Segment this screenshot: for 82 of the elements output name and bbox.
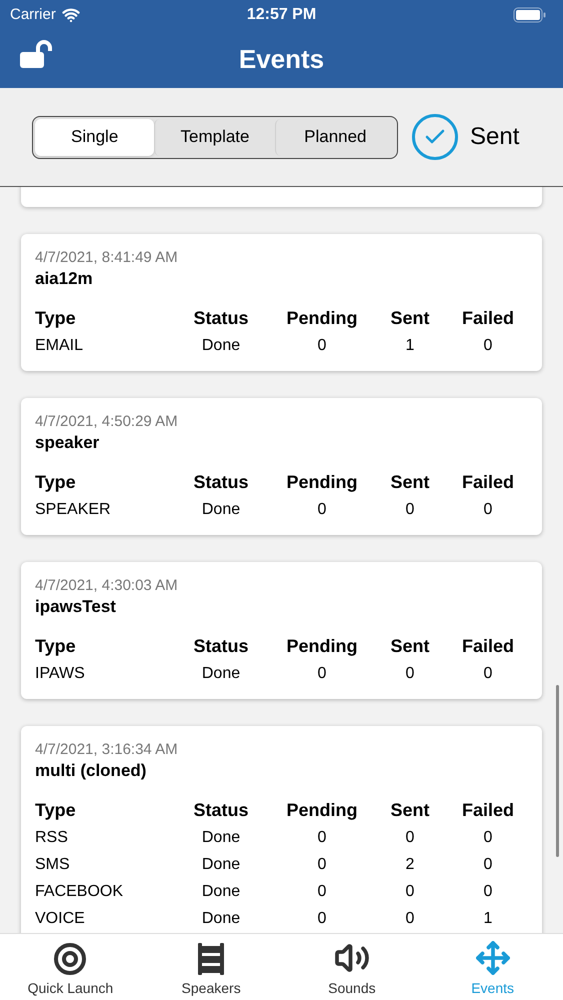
battery-icon — [513, 7, 547, 23]
event-card[interactable]: 4/7/2021, 4:50:29 AM speaker Type Status Pending Sent Failed SPEAKER Done 0 0 0 — [21, 398, 542, 535]
table-cell-text: 0 — [482, 882, 494, 902]
table-cell-text: IPAWS — [35, 664, 86, 684]
table-cell-text: 0 — [482, 336, 494, 356]
column-header: Type — [35, 471, 77, 494]
column-header: Sent — [389, 307, 430, 330]
table-cell-text: VOICE — [35, 909, 86, 929]
table-cell-text: 0 — [316, 664, 328, 684]
event-name: ipawsTest — [35, 596, 117, 618]
event-date: 4/7/2021, 3:16:34 AM — [35, 740, 179, 760]
table-cell-text: 1 — [482, 909, 494, 929]
column-header: Status — [192, 635, 250, 658]
event-card[interactable]: 4/7/2021, 4:30:03 AM ipawsTest Type Status Pending Sent Failed IPAWS Done 0 0 0 — [21, 562, 542, 699]
clock: 12:57 PM — [246, 5, 316, 25]
wifi-icon — [62, 6, 80, 24]
column-header: Sent — [389, 471, 430, 494]
table-cell-text: SPEAKER — [35, 500, 112, 520]
table-cell-text: 0 — [316, 336, 328, 356]
table-cell-text: SMS — [35, 855, 71, 875]
table-cell-text: 0 — [482, 664, 494, 684]
segment-tab[interactable]: Template — [154, 118, 275, 156]
target-icon — [53, 942, 88, 976]
column-header: Type — [35, 307, 77, 330]
column-header: Failed — [460, 307, 515, 330]
event-date: 4/7/2021, 8:41:49 AM — [35, 248, 179, 268]
table-cell-text: 1 — [404, 336, 416, 356]
table-cell-text: 0 — [404, 500, 416, 520]
column-header: Pending — [286, 307, 358, 330]
table-cell-text: RSS — [35, 828, 69, 848]
tab-bar-item[interactable]: Quick Launch — [0, 934, 141, 1000]
screen-title: Events — [238, 42, 324, 76]
table-cell-text: 0 — [404, 909, 416, 929]
column-header: Pending — [286, 799, 358, 822]
column-header: Type — [35, 635, 77, 658]
table-cell-text: 0 — [404, 882, 416, 902]
column-header: Sent — [389, 799, 430, 822]
table-cell-text: Done — [200, 855, 242, 875]
table-cell-text: 0 — [482, 855, 494, 875]
table-cell-text: 2 — [404, 855, 416, 875]
column-header: Pending — [286, 635, 358, 658]
table-cell-text: 0 — [316, 855, 328, 875]
unlocked-padlock-icon[interactable] — [20, 40, 52, 68]
event-name: multi (cloned) — [35, 760, 148, 782]
segment-tab[interactable]: Planned — [274, 118, 395, 156]
event-card[interactable]: 4/7/2021, 8:41:49 AM aia12m Type Status Pending Sent Failed EMAIL Done 0 1 0 — [21, 234, 542, 371]
table-cell-text: Done — [200, 828, 242, 848]
table-cell-text: EMAIL — [35, 336, 84, 356]
column-header: Failed — [460, 471, 515, 494]
event-date: 4/7/2021, 4:30:03 AM — [35, 576, 179, 596]
column-header: Status — [192, 799, 250, 822]
table-cell-text: 0 — [316, 828, 328, 848]
table-cell-text: 0 — [482, 828, 494, 848]
table-cell-text: Done — [200, 336, 242, 356]
tab-bar-item[interactable]: Speakers — [140, 934, 282, 1000]
table-cell-text: Done — [200, 500, 242, 520]
event-date: 4/7/2021, 4:50:29 AM — [35, 412, 179, 432]
table-cell-text: 0 — [316, 500, 328, 520]
table-cell-text: 0 — [482, 500, 494, 520]
move-arrows-icon — [474, 940, 511, 976]
tab-bar-item[interactable]: Sounds — [282, 934, 422, 1000]
event-name: speaker — [35, 432, 100, 454]
column-header: Failed — [460, 635, 515, 658]
event-name: aia12m — [35, 268, 94, 290]
table-cell-text: Done — [200, 909, 242, 929]
segment-tab[interactable]: Single — [35, 118, 154, 156]
table-cell-text: Done — [200, 664, 242, 684]
table-cell-text: 0 — [404, 828, 416, 848]
column-header: Pending — [286, 471, 358, 494]
column-header: Sent — [389, 635, 430, 658]
carrier-label: Carrier — [10, 4, 56, 25]
column-header: Failed — [460, 799, 515, 822]
column-header: Type — [35, 799, 77, 822]
table-cell-text: 0 — [316, 909, 328, 929]
table-cell-text: 0 — [404, 664, 416, 684]
table-cell-text: FACEBOOK — [35, 882, 124, 902]
column-header: Status — [192, 471, 250, 494]
table-cell-text: Done — [200, 882, 242, 902]
column-header: Status — [192, 307, 250, 330]
table-cell-text: 0 — [316, 882, 328, 902]
event-card[interactable]: 4/7/2021, 3:16:34 AM multi (cloned) Type Status Pending Sent Failed RSS Done 0 0 0 SMS Done 0 2 0 FACEBOOK Done 0 0 0 VOICE Done 0 0 1 — [21, 726, 542, 933]
sent-checkbox[interactable]: Sent — [412, 114, 520, 160]
